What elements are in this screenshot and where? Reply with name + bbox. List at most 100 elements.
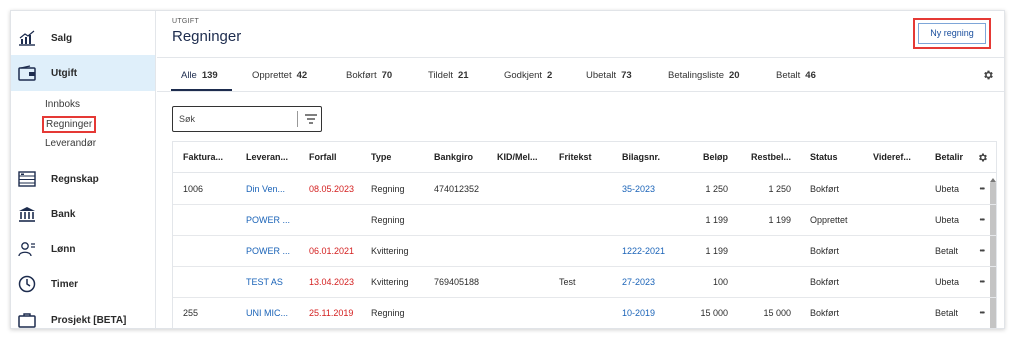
cell-bilag[interactable]: 10-2019	[622, 298, 672, 328]
gear-icon[interactable]	[982, 69, 994, 84]
subnav-leverandor[interactable]: Leverandør	[45, 138, 96, 149]
tab-tildelt[interactable]: Tildelt 21	[428, 70, 469, 81]
row-menu-icon[interactable]: •••	[980, 205, 985, 235]
row-menu-icon[interactable]: •••	[980, 174, 985, 204]
payroll-icon	[17, 239, 37, 259]
tab-label: Godkjent	[504, 70, 543, 81]
column-header[interactable]: Betalir	[935, 142, 963, 172]
sidebar-item-label: Utgift	[51, 67, 78, 79]
sidebar-item-timer[interactable]: Timer	[11, 267, 155, 301]
cell-bilag[interactable]: 27-2023	[622, 267, 672, 297]
cell-belop: 1 199	[705, 246, 728, 256]
briefcase-icon	[17, 310, 37, 328]
subnav-regninger[interactable]: Regninger	[42, 116, 97, 133]
tab-betalingsliste[interactable]: Betalingsliste 20	[668, 70, 740, 81]
sidebar-item-lonn[interactable]: Lønn	[11, 232, 155, 266]
table-row[interactable]: TEST AS 13.04.2023 Kvittering 769405188 Test…	[173, 267, 996, 298]
cell-betaling: Betalt	[935, 308, 959, 318]
cell-leverandor[interactable]: POWER ...	[246, 236, 294, 266]
cell-leverandor[interactable]: POWER ...	[246, 205, 294, 235]
cell-bilag[interactable]	[622, 205, 672, 235]
cell-leverandor[interactable]: UNI MIC...	[246, 298, 294, 328]
cell-type: Regning	[371, 184, 405, 194]
column-header[interactable]: KID/Mel...	[497, 142, 547, 172]
cell-bilag[interactable]: 1222-2021	[622, 236, 672, 266]
column-header[interactable]: Bilagsnr.	[622, 142, 672, 172]
filter-icon[interactable]	[302, 111, 320, 127]
sidebar-item-salg[interactable]: Salg	[11, 21, 155, 55]
cell-forfall: 06.01.2021	[309, 246, 354, 256]
row-menu-icon[interactable]: •••	[980, 267, 985, 297]
tab-bokfort[interactable]: Bokført 70	[346, 70, 392, 81]
table-row[interactable]: 1006 Din Ven... 08.05.2023 Regning 474012352…	[173, 174, 996, 205]
sidebar-item-regnskap[interactable]: Regnskap	[11, 162, 155, 196]
subnav-innboks[interactable]: Innboks	[45, 99, 80, 110]
row-menu-icon[interactable]: •••	[980, 298, 985, 328]
cell-faktura	[183, 205, 237, 235]
column-header[interactable]: Leveran...	[246, 142, 294, 172]
tab-alle[interactable]: Alle 139	[181, 70, 218, 81]
bar-chart-icon	[17, 28, 37, 48]
column-header[interactable]: Faktura...	[183, 142, 237, 172]
cell-betaling: Ubeta	[935, 277, 960, 287]
new-bill-button[interactable]: Ny regning	[918, 23, 986, 44]
table-row[interactable]: 255 UNI MIC... 25.11.2019 Regning 10-2019 15 …	[173, 298, 996, 328]
cell-bankgiro: 474012352	[434, 184, 480, 194]
column-header[interactable]: Type	[371, 142, 426, 172]
column-settings-gear-icon[interactable]	[977, 142, 988, 172]
column-header[interactable]: Bankgiro	[434, 142, 480, 172]
sidebar-item-prosjekt[interactable]: Prosjekt [BETA]	[11, 303, 155, 328]
cell-kid	[497, 236, 547, 266]
page-header: UTGIFT Regninger Ny regning	[157, 11, 1004, 58]
cell-faktura: 1006	[183, 184, 204, 194]
tab-label: Betalt	[776, 70, 801, 81]
column-header[interactable]: Viderеf...	[873, 142, 918, 172]
table-header: Faktura... Leveran... Forfall Type Bankgiro K…	[173, 142, 996, 173]
table-row[interactable]: POWER ... Regning 1 199 1 199 Opprettet Ubeta…	[173, 205, 996, 236]
search-input[interactable]	[173, 107, 297, 131]
column-header[interactable]: Restbel...	[736, 142, 791, 172]
sidebar-item-label: Regnskap	[51, 173, 99, 185]
ledger-icon	[17, 169, 37, 189]
table-row[interactable]: POWER ... 06.01.2021 Kvittering 1222-2021 1 …	[173, 236, 996, 267]
cell-forfall: 13.04.2023	[309, 277, 354, 287]
cell-type: Regning	[371, 215, 405, 225]
cell-videre	[873, 205, 918, 235]
cell-kid	[497, 205, 547, 235]
tab-ubetalt[interactable]: Ubetalt 73	[586, 70, 632, 81]
cell-status: Bokført	[810, 277, 840, 287]
cell-videre	[873, 236, 918, 266]
wallet-icon	[17, 63, 37, 83]
tab-count: 46	[805, 70, 816, 81]
cell-forfall: 25.11.2019	[309, 308, 354, 318]
column-header[interactable]: Fritekst	[559, 142, 604, 172]
cell-betaling: Betalt	[935, 246, 959, 256]
cell-videre	[873, 267, 918, 297]
column-header[interactable]: Beløp	[673, 142, 728, 172]
cell-leverandor[interactable]: Din Ven...	[246, 174, 294, 204]
cell-fritekst	[559, 236, 604, 266]
column-header[interactable]: Status	[810, 142, 858, 172]
divider	[297, 111, 298, 127]
tab-count: 139	[201, 70, 218, 81]
cell-bilag[interactable]: 35-2023	[622, 174, 672, 204]
breadcrumb: UTGIFT	[172, 18, 200, 25]
tab-count: 73	[621, 70, 632, 81]
sidebar-item-utgift[interactable]: Utgift	[11, 55, 155, 91]
cell-fritekst	[559, 205, 604, 235]
sidebar-item-bank[interactable]: Bank	[11, 197, 155, 231]
cell-type: Regning	[371, 308, 405, 318]
row-menu-icon[interactable]: •••	[980, 236, 985, 266]
cell-rest	[736, 236, 791, 266]
tab-label: Alle	[181, 70, 197, 81]
page-title: Regninger	[172, 28, 242, 45]
tab-betalt[interactable]: Betalt 46	[776, 70, 816, 81]
tab-godkjent[interactable]: Godkjent 2	[504, 70, 552, 81]
cell-bankgiro	[434, 205, 480, 235]
column-header[interactable]: Forfall	[309, 142, 354, 172]
tab-label: Betalingsliste	[668, 70, 724, 81]
cell-type: Kvittering	[371, 246, 409, 256]
tab-opprettet[interactable]: Opprettet 42	[252, 70, 307, 81]
cell-leverandor[interactable]: TEST AS	[246, 267, 294, 297]
tab-label: Tildelt	[428, 70, 453, 81]
